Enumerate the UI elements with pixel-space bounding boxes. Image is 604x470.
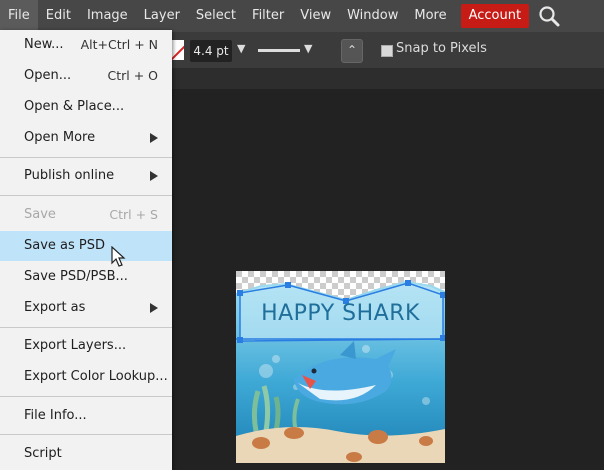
chevron-down-icon[interactable]: ▼ [304,42,312,55]
menu-item-label: Open... [24,68,72,83]
menu-item-label: Script [24,446,62,461]
menu-item-label: Open More [24,130,96,145]
menu-item-label: Open & Place... [24,99,125,114]
no-fill-swatch[interactable] [172,40,184,60]
menu-separator [0,195,172,196]
menu-item-export-color-lookup[interactable]: Export Color Lookup... [0,362,172,392]
menu-filter[interactable]: Filter [244,0,292,32]
menu-bar: File Edit Image Layer Select Filter View… [0,0,604,32]
menu-item-export-layers[interactable]: Export Layers... [0,331,172,361]
mouse-cursor-icon [111,246,126,267]
menu-item-label: Save [24,207,56,222]
canvas-artwork [236,271,445,463]
stroke-size-field[interactable]: 4.4 pt [190,40,232,62]
chevron-down-icon[interactable]: ▼ [237,42,245,55]
menu-separator [0,396,172,397]
menu-item-label: File Info... [24,408,87,423]
menu-item-open-more[interactable]: Open More [0,123,172,153]
document-tab-strip [172,69,604,89]
file-menu: New... Alt+Ctrl + N Open... Ctrl + O Ope… [0,30,172,470]
menu-item-new[interactable]: New... Alt+Ctrl + N [0,30,172,60]
search-icon[interactable] [537,4,561,28]
menu-separator [0,327,172,328]
snap-checkbox[interactable] [381,45,393,57]
menu-item-label: Export Layers... [24,338,127,353]
menu-view[interactable]: View [292,0,339,32]
menu-more[interactable]: More [406,0,454,32]
menu-item-shortcut: Ctrl + O [107,68,158,83]
menu-item-label: Export Color Lookup... [24,369,168,384]
menu-item-publish-online[interactable]: Publish online [0,161,172,191]
submenu-arrow-icon [150,133,158,143]
menu-item-label: Export as [24,300,86,315]
submenu-arrow-icon [150,303,158,313]
submenu-arrow-icon [150,171,158,181]
canvas-title-text: HAPPY SHARK [261,301,420,326]
chevron-up-button[interactable]: ⌃ [341,39,363,63]
menu-item-save-psd-psb[interactable]: Save PSD/PSB... [0,262,172,292]
menu-item-label: Save as PSD [24,238,106,253]
menu-item-shortcut: Alt+Ctrl + N [80,37,158,52]
menu-file[interactable]: File [0,0,38,32]
menu-select[interactable]: Select [188,0,244,32]
menu-layer[interactable]: Layer [136,0,188,32]
snap-label: Snap to Pixels [396,41,487,56]
menu-edit[interactable]: Edit [38,0,79,32]
menu-item-export-as[interactable]: Export as [0,293,172,323]
line-style-preview[interactable] [258,49,300,52]
menu-separator [0,157,172,158]
account-button[interactable]: Account [460,4,530,28]
menu-item-save[interactable]: Save Ctrl + S [0,200,172,230]
menu-item-open-place[interactable]: Open & Place... [0,92,172,122]
menu-item-script[interactable]: Script [0,439,172,469]
menu-image[interactable]: Image [79,0,136,32]
menu-item-label: Publish online [24,168,115,183]
menu-separator [0,434,172,435]
menu-window[interactable]: Window [339,0,406,32]
menu-item-label: New... [24,37,64,52]
document-canvas[interactable]: HAPPY SHARK [236,271,445,463]
menu-item-file-info[interactable]: File Info... [0,401,172,431]
menu-item-shortcut: Ctrl + S [109,207,158,222]
menu-item-save-as-psd[interactable]: Save as PSD [0,231,172,261]
menu-item-open[interactable]: Open... Ctrl + O [0,61,172,91]
